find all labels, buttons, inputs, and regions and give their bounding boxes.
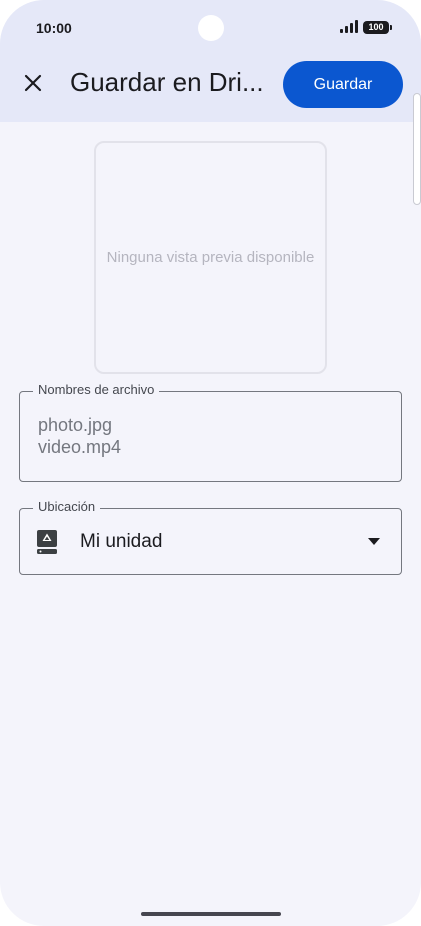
battery-icon: 100 bbox=[363, 21, 392, 34]
home-indicator[interactable] bbox=[141, 912, 281, 916]
status-time: 10:00 bbox=[36, 20, 72, 36]
save-button[interactable]: Guardar bbox=[283, 61, 403, 108]
file-names-label: Nombres de archivo bbox=[33, 382, 160, 397]
close-icon bbox=[24, 74, 42, 92]
scrollbar-thumb[interactable] bbox=[413, 93, 421, 205]
page-title: Guardar en Dri... bbox=[70, 67, 264, 97]
file-names-field[interactable]: Nombres de archivo photo.jpg video.mp4 bbox=[19, 382, 402, 482]
location-label: Ubicación bbox=[33, 499, 101, 514]
file-name-item: photo.jpg bbox=[38, 415, 113, 435]
drive-icon bbox=[37, 530, 57, 554]
file-name-item: video.mp4 bbox=[38, 437, 122, 457]
signal-icon bbox=[340, 20, 358, 33]
file-names-list: photo.jpg video.mp4 bbox=[38, 414, 121, 458]
preview-placeholder: Ninguna vista previa disponible bbox=[106, 249, 315, 266]
preview-box: Ninguna vista previa disponible bbox=[94, 141, 327, 374]
phone-screen: 10:00 100 Guardar en Dri... Guardar Ning… bbox=[0, 0, 421, 926]
location-value: Mi unidad bbox=[80, 531, 163, 552]
close-button[interactable] bbox=[16, 66, 50, 100]
dropdown-arrow-icon bbox=[368, 538, 380, 545]
camera-cutout bbox=[198, 15, 224, 41]
location-dropdown[interactable]: Ubicación Mi unidad bbox=[19, 499, 402, 575]
